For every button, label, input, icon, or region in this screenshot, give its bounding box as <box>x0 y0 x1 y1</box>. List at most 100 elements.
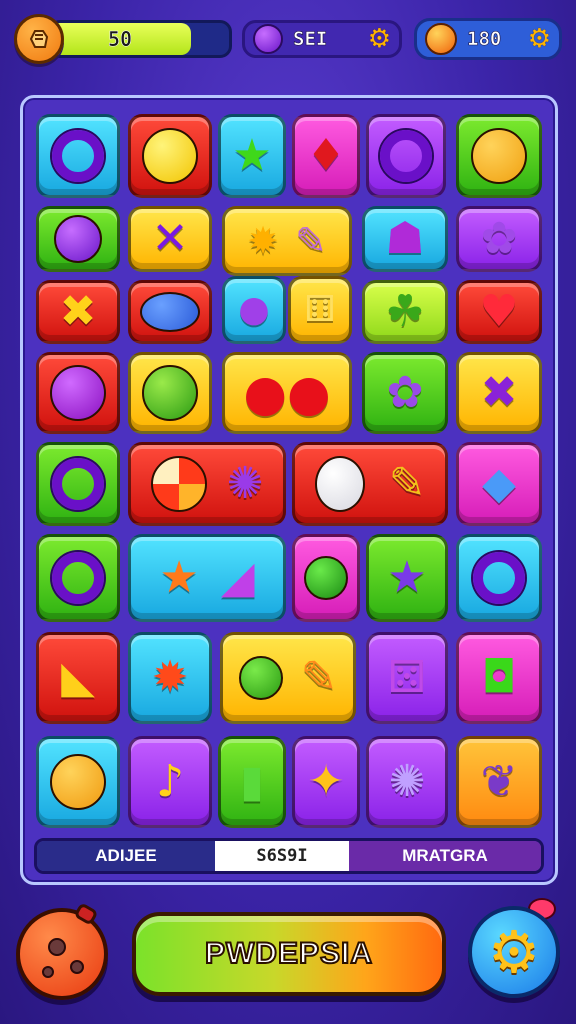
fist-icon[interactable] <box>14 14 64 64</box>
berry-icon <box>54 215 102 263</box>
x-icon: ✖ <box>480 367 518 418</box>
orange-icon <box>50 754 106 810</box>
tile-dice[interactable]: ⚅ <box>288 276 352 344</box>
settings-button[interactable]: ⚙ <box>468 906 560 998</box>
arrow-icon: ◣ <box>61 652 95 703</box>
brush-icon: ✎ <box>300 652 338 703</box>
progress-value: 50 <box>107 27 133 52</box>
horn-icon: ◢ <box>220 552 255 603</box>
tile-apple[interactable] <box>292 534 360 622</box>
tile-ring[interactable] <box>456 534 542 622</box>
tile-die[interactable]: ⚄ <box>366 632 448 724</box>
tile-flower[interactable]: ✿ <box>362 352 448 434</box>
leaf-icon: ❦ <box>480 756 518 807</box>
egg-icon <box>314 456 365 512</box>
progress-bar: 50 <box>48 20 232 58</box>
tile-x-mark[interactable]: ✖ <box>456 352 542 434</box>
grape-icon <box>253 24 283 54</box>
tile-arrow[interactable]: ◣ <box>36 632 120 724</box>
tile-gamepad[interactable]: ☗ <box>362 206 448 272</box>
tile-x-mark[interactable]: ✖ <box>36 280 120 344</box>
star-icon: ★ <box>232 130 272 181</box>
bomb-dot <box>48 938 66 956</box>
orange-counter-value: 180 <box>467 28 502 51</box>
tile-ring[interactable] <box>36 114 120 198</box>
blob-icon: ☘ <box>385 286 425 337</box>
tile-balloon[interactable]: ● <box>222 276 286 344</box>
play-button[interactable]: PWDEPSIA <box>132 912 446 996</box>
balloon-icon: ● <box>238 289 270 330</box>
apples-icon: ♥ <box>479 286 519 337</box>
tile-gear[interactable]: ✺ <box>366 736 448 828</box>
camera-icon: ◘ <box>481 652 517 703</box>
tile-bow[interactable]: ✕ <box>128 206 212 272</box>
beach-ball-icon <box>150 456 207 512</box>
leaf-ball-icon <box>142 365 198 421</box>
x-icon: ✖ <box>59 286 97 337</box>
apple-icon <box>238 656 283 700</box>
gear-icon: ⚙ <box>488 918 540 986</box>
tile-cherries[interactable]: ●● <box>222 352 352 434</box>
tile-flower[interactable]: ✿ <box>456 206 542 272</box>
flower-icon: ✿ <box>480 213 518 264</box>
tile-egg-and-pencil[interactable]: ✎ <box>292 442 448 526</box>
tile-star[interactable]: ★ <box>218 114 286 198</box>
bow-icon: ✕ <box>151 213 189 264</box>
tile-blue-leaf[interactable] <box>128 280 212 344</box>
ring-icon <box>52 458 104 510</box>
tile-plum[interactable] <box>36 352 120 434</box>
tile-star[interactable]: ★ <box>366 534 448 622</box>
top-bar: 50 SEI ⚙ 180 ⚙ <box>14 14 562 64</box>
gear-icon: ✺ <box>388 756 426 807</box>
tile-orange[interactable] <box>36 736 120 828</box>
tile-blue-shard[interactable]: ◆ <box>456 442 542 526</box>
tile-fish[interactable]: ✦ <box>292 736 360 828</box>
tile-ring[interactable] <box>366 114 446 198</box>
tile-beach-ball-and-gear[interactable]: ✺ <box>128 442 286 526</box>
die-icon: ⚄ <box>387 652 427 703</box>
tile-purple-berry[interactable] <box>36 206 120 272</box>
tile-star-and-horn[interactable]: ★ ◢ <box>128 534 286 622</box>
plum-icon <box>50 365 106 421</box>
tile-yellow-ball[interactable] <box>128 114 212 198</box>
ring-icon <box>52 130 104 182</box>
label-left[interactable]: ADIJEE <box>37 841 215 871</box>
tile-leaf-ball[interactable] <box>128 352 212 434</box>
brush-icon: ▮ <box>239 756 265 807</box>
tile-orange-face[interactable] <box>456 114 542 198</box>
tile-ring[interactable] <box>36 534 120 622</box>
ring-icon <box>473 552 525 604</box>
gear-icon: ✺ <box>226 458 264 509</box>
tile-camera[interactable]: ◘ <box>456 632 542 724</box>
label-strip: ADIJEE S6S9I MRATGRA <box>34 838 544 874</box>
tile-green-blob[interactable]: ☘ <box>362 280 448 344</box>
label-middle[interactable]: S6S9I <box>215 841 349 871</box>
flower-icon: ✿ <box>386 367 424 418</box>
tile-bug[interactable]: ✹ <box>128 632 212 724</box>
star-icon: ★ <box>159 552 199 603</box>
tile-strawberry[interactable]: ♦ <box>292 114 360 198</box>
gear-icon[interactable]: ⚙ <box>528 26 551 52</box>
orange-icon <box>425 23 457 55</box>
blue-leaf-icon <box>140 292 200 332</box>
tile-bug-and-pencil[interactable]: ✹ ✎ <box>222 206 352 276</box>
gear-icon[interactable]: ⚙ <box>368 26 391 52</box>
ring-icon <box>52 552 104 604</box>
tile-apples[interactable]: ♥ <box>456 280 542 344</box>
tile-bell[interactable]: ♪ <box>128 736 212 828</box>
grape-counter-label: SEI <box>293 28 328 51</box>
tile-leaf[interactable]: ❦ <box>456 736 542 828</box>
tile-apple-and-brush[interactable]: ✎ <box>220 632 356 724</box>
grape-counter[interactable]: SEI ⚙ <box>242 20 402 58</box>
fish-icon: ✦ <box>307 756 345 807</box>
dice-icon: ⚅ <box>304 289 336 330</box>
cherries-icon: ●● <box>243 364 331 422</box>
label-right[interactable]: MRATGRA <box>349 841 541 871</box>
pencil-icon: ✎ <box>295 219 327 263</box>
bomb-dot <box>70 960 84 974</box>
orange-counter[interactable]: 180 ⚙ <box>414 18 562 60</box>
bomb-button[interactable] <box>16 902 108 1000</box>
orange-face-icon <box>471 128 527 184</box>
tile-brush[interactable]: ▮ <box>218 736 286 828</box>
tile-ring[interactable] <box>36 442 120 526</box>
